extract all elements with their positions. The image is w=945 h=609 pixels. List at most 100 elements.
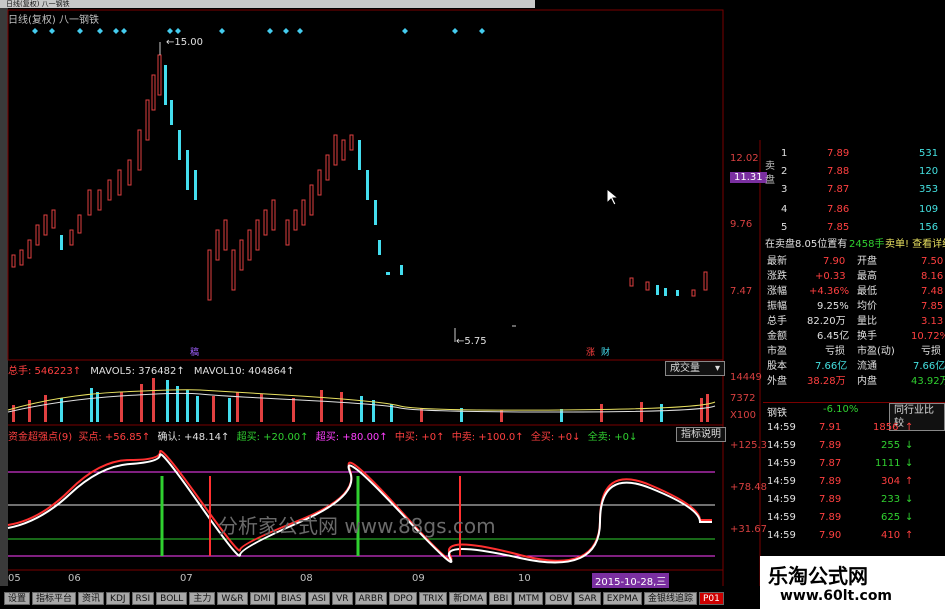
date-tick: 09	[412, 573, 425, 584]
quote-row: 振幅 9.25% 均价 7.85	[767, 301, 944, 312]
high-price-note: ←15.00	[166, 37, 204, 48]
tab-settings[interactable]: 设置	[4, 591, 31, 605]
indicator-axis-tick-2: +78.48	[730, 482, 768, 493]
quote-row: 总手 82.20万 量比 3.13	[767, 316, 944, 327]
quote-table: 最新 7.90 开盘 7.50 涨跌 +0.33 最高 8.16 涨幅 +4.36% 最低 7.4…	[763, 254, 945, 394]
mouse-cursor-icon	[606, 188, 620, 206]
indicator-buy: 买点: +56.85↑	[78, 432, 151, 443]
indicator-all-sell: 全卖: +0↓	[587, 432, 638, 443]
tab-rsi[interactable]: RSI	[131, 591, 155, 605]
price-axis-tick-3: 9.76	[730, 219, 753, 230]
date-tick: 05	[8, 573, 21, 584]
mavol5: MAVOL5: 376482↑	[90, 366, 185, 377]
low-price-note: ←5.75	[456, 336, 487, 347]
tab-new-dma[interactable]: 新DMA	[449, 591, 488, 605]
price-axis-tick-4: 7.47	[730, 286, 753, 297]
tab-sar[interactable]: SAR	[574, 591, 601, 605]
price-panel-frame	[7, 9, 724, 361]
tab-vr[interactable]: VR	[332, 591, 353, 605]
indicator-header: 资金超强点(9) 买点: +56.85↑ 确认: +48.14↑ 超买: +20…	[8, 428, 637, 443]
order-row: 5 7.85 156	[781, 222, 939, 233]
tick-row: 14:59 7.87 1111 ↓	[767, 458, 914, 469]
chevron-down-icon: ▾	[714, 363, 720, 374]
tab-news[interactable]: 资讯	[78, 591, 105, 605]
quote-row: 股本 7.66亿 流通 7.66亿	[767, 361, 945, 372]
indicator-axis-tick-3: +31.67	[730, 524, 768, 535]
brand-url: www.60lt.com	[780, 588, 893, 604]
volume-axis-tick-2: 7372	[730, 393, 756, 404]
tick-list: 14:59 7.91 1856 ↑ 14:59 7.89 255 ↓ 14:59 7.87 11…	[763, 420, 945, 550]
quote-row: 涨幅 +4.36% 最低 7.48	[767, 286, 944, 297]
volume-indicator-label: 成交量	[670, 363, 700, 374]
tick-row: 14:59 7.91 1856 ↑	[767, 422, 914, 433]
indicator-tabs: 设置 指标平台 资讯 KDJ RSI BOLL 主力 W&R DMI BIAS …	[4, 590, 724, 606]
tab-asi[interactable]: ASI	[307, 591, 331, 605]
volume-total: 总手: 546223↑	[8, 366, 82, 377]
tick-row: 14:59 7.89 304 ↑	[767, 476, 914, 487]
quote-row: 金额6.45亿换手10.72%	[767, 331, 945, 342]
volume-header: 总手: 546223↑ MAVOL5: 376482↑ MAVOL10: 404…	[8, 362, 295, 377]
order-row: 4 7.86 109	[781, 204, 939, 215]
volume-axis-tick-1: 14449	[730, 372, 762, 383]
date-tick: 06	[68, 573, 81, 584]
price-axis-tick-1: 12.02	[730, 153, 759, 164]
tick-row: 14:59 7.89 625 ↓	[767, 512, 914, 523]
tab-gold-silver[interactable]: 金银线追踪	[643, 591, 697, 605]
finance-marker[interactable]: 财	[601, 345, 610, 358]
chart-watermark: 分析家公式网 www.88gs.com	[218, 514, 496, 538]
tab-indicator-platform[interactable]: 指标平台	[32, 591, 77, 605]
tab-kdj[interactable]: KDJ	[106, 591, 130, 605]
indicator-super: 超买: +20.00↑	[236, 432, 309, 443]
brand-name: 乐淘公式网	[768, 564, 868, 588]
volume-indicator-select[interactable]: 成交量 ▾	[665, 361, 725, 376]
date-tick: 07	[180, 573, 193, 584]
date-tick: 08	[300, 573, 313, 584]
candlesticks	[11, 42, 708, 342]
indicator-confirm: 确认: +48.14↑	[157, 432, 230, 443]
indicator-lines	[7, 450, 715, 564]
tab-dmi[interactable]: DMI	[249, 591, 275, 605]
quote-row: 外盘 38.28万 内盘 43.92万	[767, 376, 945, 387]
quote-row: 涨跌 +0.33 最高 8.16	[767, 271, 944, 282]
tab-bbi[interactable]: BBI	[489, 591, 513, 605]
tab-boll[interactable]: BOLL	[156, 591, 188, 605]
tab-arbr[interactable]: ARBR	[354, 591, 388, 605]
news-marker[interactable]: 稿	[190, 345, 199, 358]
order-row: 2 7.88 120	[781, 166, 939, 177]
price-axis-current: 11.31	[730, 172, 767, 183]
indicator-mid-sell: 中卖: +100.0↑	[451, 432, 524, 443]
tab-dpo[interactable]: DPO	[389, 591, 417, 605]
industry-change: -6.10%	[823, 404, 859, 415]
tab-trix[interactable]: TRIX	[418, 591, 448, 605]
indicator-name: 资金超强点(9)	[8, 432, 73, 443]
industry-name: 钢铁	[767, 408, 787, 419]
quote-row: 最新 7.90 开盘 7.50	[767, 256, 944, 267]
tab-obv[interactable]: OBV	[545, 591, 573, 605]
order-row: 3 7.87 353	[781, 184, 939, 195]
mavol10: MAVOL10: 404864↑	[193, 366, 295, 377]
indicator-axis-tick-1: +125.3	[730, 440, 768, 451]
tab-p01[interactable]: P01	[698, 591, 724, 605]
rise-marker[interactable]: 涨	[586, 345, 595, 358]
indicator-mid-buy: 中买: +0↑	[394, 432, 445, 443]
tab-main-force[interactable]: 主力	[189, 591, 216, 605]
volume-axis-unit: X100	[730, 410, 756, 421]
tab-wr[interactable]: W&R	[217, 591, 248, 605]
indicator-help-button[interactable]: 指标说明	[676, 427, 726, 442]
tab-expma[interactable]: EXPMA	[602, 591, 642, 605]
indicator-all-buy: 全买: +0↓	[530, 432, 581, 443]
volume-bars	[7, 378, 716, 422]
date-tick: 10	[518, 573, 531, 584]
signal-diamonds	[32, 28, 485, 34]
order-row: 1 7.89 531	[781, 148, 939, 159]
tab-bias[interactable]: BIAS	[276, 591, 306, 605]
tick-row: 14:59 7.90 410 ↑	[767, 530, 914, 541]
tick-row: 14:59 7.89 233 ↓	[767, 494, 914, 505]
quote-row: 市盈 亏损 市盈(动) 亏损	[767, 346, 941, 357]
tab-mtm[interactable]: MTM	[514, 591, 544, 605]
indicator-ultra: 超买: +80.00↑	[315, 432, 388, 443]
brand-watermark: 乐淘公式网 www.60lt.com	[760, 556, 945, 609]
big-order-alert[interactable]: 在卖盘8.05位置有2458手卖单! 查看详细	[763, 237, 945, 252]
industry-row: 钢铁 -6.10% 同行业比较	[763, 402, 945, 431]
date-axis: 05 06 07 08 09 10 2015-10-28,三	[0, 573, 723, 588]
